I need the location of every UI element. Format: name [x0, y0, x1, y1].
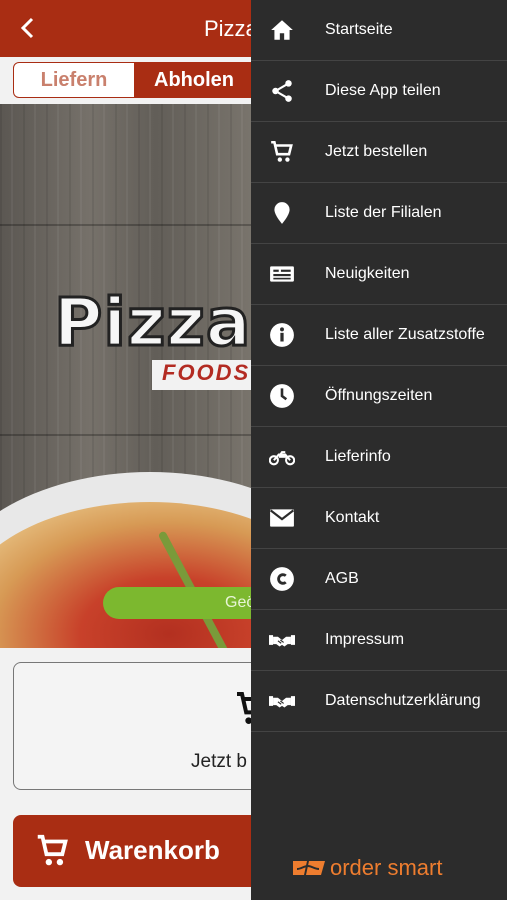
menu-item-imprint[interactable]: Impressum — [251, 610, 507, 671]
menu-item-label: Impressum — [325, 631, 405, 648]
menu-item-privacy[interactable]: Datenschutzerklärung — [251, 671, 507, 732]
open-status-badge: Geö — [103, 587, 260, 619]
menu-item-label: Lieferinfo — [325, 448, 391, 465]
menu-item-additives[interactable]: Liste aller Zusatzstoffe — [251, 305, 507, 366]
page-title: Pizza — [204, 16, 258, 41]
order-smart-brand: order smart — [292, 855, 462, 883]
menu-item-terms[interactable]: AGB — [251, 549, 507, 610]
handshake-icon — [269, 688, 295, 714]
menu-item-label: Öffnungszeiten — [325, 387, 433, 404]
menu-item-label: Neuigkeiten — [325, 265, 410, 282]
menu-item-label: AGB — [325, 570, 359, 587]
order-smart-logo-icon — [293, 861, 325, 875]
deliver-option[interactable]: Liefern — [14, 63, 134, 97]
menu-item-news[interactable]: Neuigkeiten — [251, 244, 507, 305]
chevron-left-icon — [20, 17, 34, 39]
location-pin-icon — [269, 200, 295, 226]
clock-icon — [269, 383, 295, 409]
navigation-drawer: Startseite Diese App teilen Jetzt bestel… — [251, 0, 507, 900]
pizza-image — [0, 502, 260, 648]
menu-item-share-app[interactable]: Diese App teilen — [251, 61, 507, 122]
menu-item-order-now[interactable]: Jetzt bestellen — [251, 122, 507, 183]
hero-banner: Pizza FOODS Geö — [0, 104, 260, 648]
home-icon — [269, 17, 295, 43]
menu-item-delivery-info[interactable]: Lieferinfo — [251, 427, 507, 488]
menu-item-label: Datenschutzerklärung — [325, 692, 481, 709]
cart-icon — [269, 139, 295, 165]
newspaper-icon — [269, 261, 295, 287]
info-icon — [269, 322, 295, 348]
basket-label: Warenkorb — [85, 835, 220, 865]
envelope-icon — [269, 505, 295, 531]
order-now-label: Jetzt b — [191, 751, 247, 772]
back-button[interactable] — [14, 14, 42, 42]
order-smart-brand-text: order smart — [330, 855, 443, 880]
copyright-icon — [269, 566, 295, 592]
share-icon — [269, 78, 295, 104]
cart-icon — [37, 834, 68, 866]
menu-item-contact[interactable]: Kontakt — [251, 488, 507, 549]
restaurant-logo-subtitle: FOODS — [152, 360, 260, 390]
restaurant-logo-text: Pizza — [52, 283, 252, 363]
motorcycle-icon — [269, 444, 295, 470]
menu-item-label: Liste der Filialen — [325, 204, 442, 221]
restaurant-logo-subtitle-text: FOODS — [162, 360, 251, 385]
menu-item-startseite[interactable]: Startseite — [251, 0, 507, 61]
menu-item-branches[interactable]: Liste der Filialen — [251, 183, 507, 244]
wood-plank-line — [0, 434, 260, 436]
menu-item-label: Kontakt — [325, 509, 380, 526]
menu-item-label: Liste aller Zusatzstoffe — [325, 326, 485, 343]
handshake-icon — [269, 627, 295, 653]
menu-item-label: Diese App teilen — [325, 82, 441, 99]
menu-item-label: Jetzt bestellen — [325, 143, 428, 160]
wood-plank-line — [0, 224, 260, 226]
menu-item-opening-hours[interactable]: Öffnungszeiten — [251, 366, 507, 427]
menu-item-label: Startseite — [325, 21, 393, 38]
